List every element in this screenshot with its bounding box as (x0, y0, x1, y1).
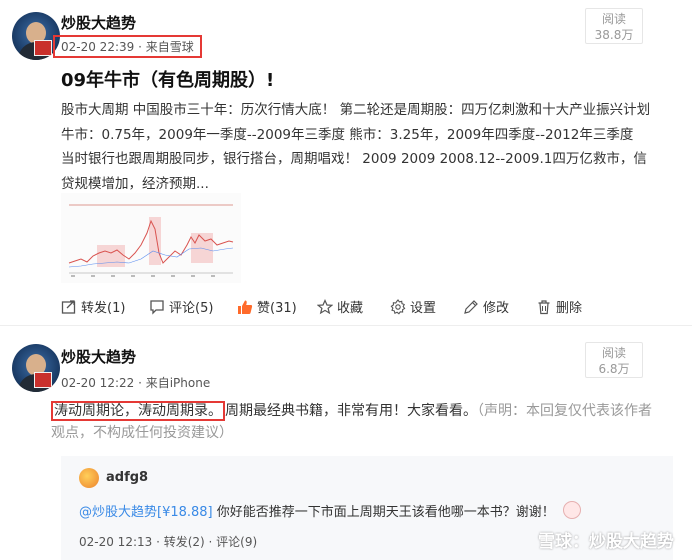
author-name[interactable]: 炒股大趋势 (61, 12, 136, 33)
edit-button[interactable]: 修改 (463, 297, 509, 316)
author-avatar[interactable] (12, 344, 60, 392)
comment-button[interactable]: 评论(5) (149, 297, 213, 316)
settings-label: 设置 (410, 301, 437, 316)
views-badge: 阅读 38.8万 (585, 8, 643, 44)
comment-icon (149, 299, 165, 315)
quote-avatar[interactable] (79, 468, 99, 488)
reply-content: 周期最经典书籍，非常有用！大家看看。 (225, 403, 477, 419)
views-label: 阅读 (601, 12, 626, 26)
post-image-chart[interactable] (61, 193, 241, 283)
highlighted-book-titles: 涛动周期论，涛动周期录。 (51, 401, 225, 421)
gear-icon (390, 298, 406, 315)
post-time-source[interactable]: 02-20 22:39 · 来自雪球 (53, 35, 202, 58)
post-time-source[interactable]: 02-20 12:22 · 来自iPhone (61, 374, 210, 391)
delete-button[interactable]: 删除 (536, 297, 582, 316)
like-button[interactable]: 赞(31) (237, 297, 297, 316)
mention-link[interactable]: @炒股大趋势[¥18.88] (79, 505, 213, 520)
favorite-button[interactable]: 收藏 (316, 297, 364, 316)
views-label: 阅读 (601, 346, 626, 360)
post-title[interactable]: 09年牛市（有色周期股）! (61, 66, 274, 92)
repost-icon (61, 299, 77, 315)
thumbs-up-icon (237, 299, 253, 315)
quote-content: @炒股大趋势[¥18.88] 你好能否推荐一下市面上周期天王该看他哪一本书？谢谢… (79, 501, 581, 520)
views-badge: 阅读 6.8万 (585, 342, 643, 378)
post-body[interactable]: 股市大周期 中国股市三十年：历次行情大底！ 第二轮还是周期股：四万亿刺激和十大产… (61, 98, 651, 196)
quote-meta[interactable]: 02-20 12:13 · 转发(2) · 评论(9) (79, 533, 257, 550)
settings-button[interactable]: 设置 (390, 297, 436, 316)
quote-username[interactable]: adfg8 (106, 470, 148, 485)
pencil-icon (463, 299, 479, 315)
watermark: 雪球：炒股大趋势 (538, 532, 674, 552)
repost-button[interactable]: 转发(1) (61, 297, 125, 316)
trash-icon (536, 299, 552, 315)
views-count: 38.8万 (594, 28, 634, 42)
delete-label: 删除 (556, 301, 583, 316)
reply-text[interactable]: 涛动周期论，涛动周期录。 周期最经典书籍，非常有用！大家看看。（声明：本回复仅代表… (51, 400, 661, 444)
smile-emoji-icon (562, 501, 581, 519)
favorite-label: 收藏 (337, 301, 364, 316)
quote-body: 你好能否推荐一下市面上周期天王该看他哪一本书？谢谢！ (212, 505, 555, 520)
edit-label: 修改 (483, 301, 510, 316)
author-name[interactable]: 炒股大趋势 (61, 346, 136, 367)
comment-label: 评论(5) (169, 301, 214, 316)
post-1: 炒股大趋势 02-20 22:39 · 来自雪球 阅读 38.8万 09年牛市（… (0, 0, 692, 326)
star-icon (316, 298, 334, 315)
views-count: 6.8万 (598, 362, 630, 376)
repost-label: 转发(1) (81, 301, 126, 316)
like-label: 赞(31) (257, 301, 297, 316)
